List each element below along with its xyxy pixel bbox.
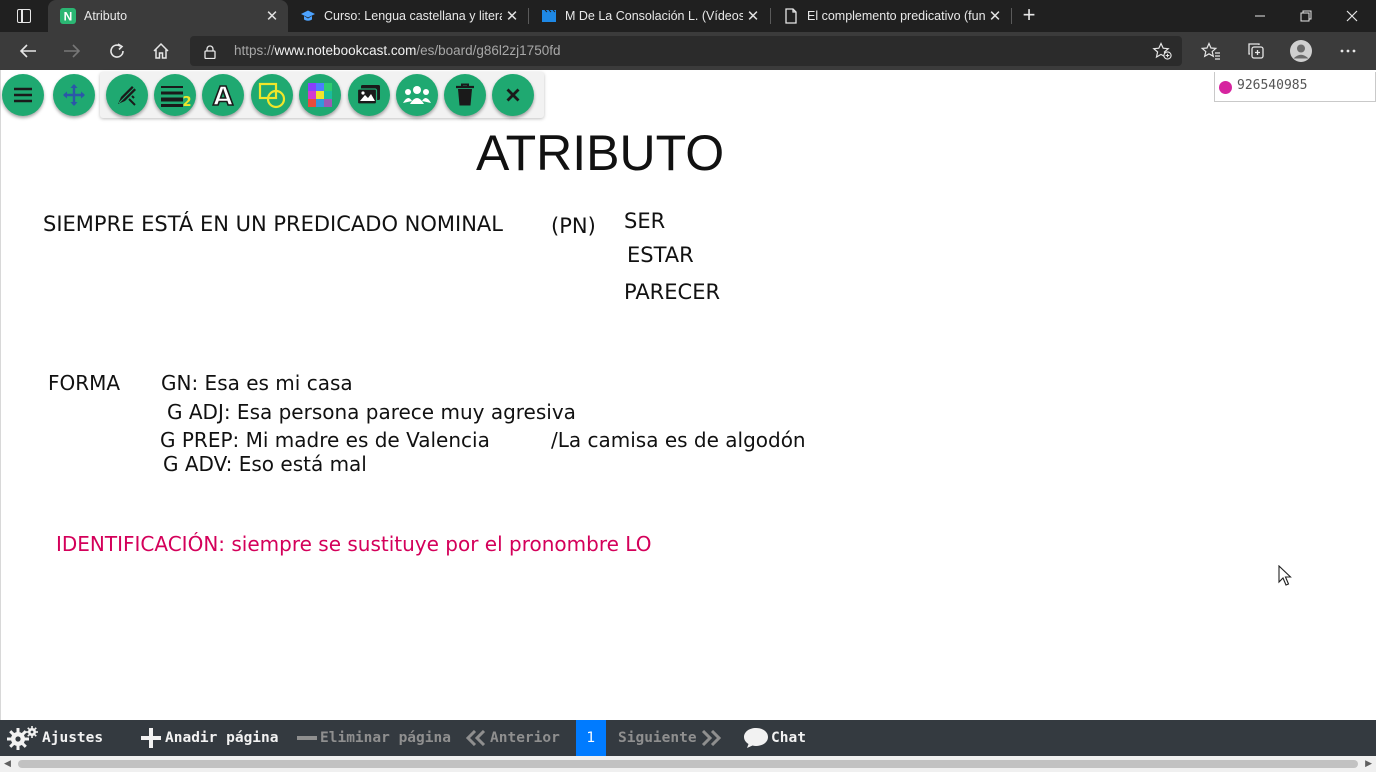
chat-button[interactable]: Chat [743,720,806,756]
scroll-left-icon[interactable]: ◀ [4,759,11,769]
back-button[interactable] [13,36,43,66]
image-icon[interactable] [348,74,390,116]
new-tab-button[interactable]: + [1016,3,1042,29]
tab-label: M De La Consolación L. (Vídeos) [565,9,743,23]
tab-close-icon[interactable]: ✕ [262,7,282,25]
plus-icon [141,728,161,748]
user-color-dot [1219,81,1232,94]
double-chevron-right-icon [701,730,721,746]
tab-label: Curso: Lengua castellana y literat [324,9,502,23]
forma-gadj: G ADJ: Esa persona parece muy agresiva [167,400,576,424]
forma-gprep-extra: /La camisa es de algodón [551,428,806,452]
text-icon[interactable]: A [202,74,244,116]
tab-close-icon[interactable]: ✕ [502,7,522,25]
lock-icon[interactable] [204,44,216,63]
video-clapper-icon [541,8,557,24]
current-page-indicator[interactable]: 1 [576,720,606,756]
identification-text: IDENTIFICACIÓN: siempre se sustituye por… [56,532,652,556]
forma-label: FORMA [48,371,121,395]
user-id: 926540985 [1237,78,1308,93]
home-button[interactable] [146,36,176,66]
add-page-label: Anadir página [165,730,279,746]
line-width-value: 2 [182,95,191,108]
address-bar[interactable]: https://www.notebookcast.com/es/board/g8… [190,36,1182,66]
forma-gprep: G PREP: Mi madre es de Valencia [160,428,490,452]
previous-label: Anterior [490,730,560,746]
forward-button[interactable] [57,36,87,66]
verb-parecer: PARECER [624,280,721,304]
trash-icon[interactable] [444,74,486,116]
tab-videos[interactable]: M De La Consolación L. (Vídeos) ✕ [529,0,769,32]
menu-icon[interactable] [2,74,44,116]
delete-page-button[interactable]: Eliminar página [296,720,451,756]
tab-actions-icon[interactable] [10,6,38,26]
minus-icon [297,736,317,740]
close-window-button[interactable] [1329,0,1375,32]
svg-text:A: A [213,82,233,109]
delete-page-label: Eliminar página [320,730,451,746]
pen-ruler-icon[interactable] [106,74,148,116]
graduation-cap-icon [300,8,316,24]
scrollbar-thumb[interactable] [18,760,1358,768]
add-page-button[interactable]: Anadir página [140,720,279,756]
tab-atributo[interactable]: N Atributo ✕ [48,0,288,32]
refresh-button[interactable] [102,36,132,66]
user-indicator: 926540985 [1214,72,1376,102]
close-icon[interactable] [492,74,534,116]
horizontal-scrollbar[interactable]: ◀ ▶ [0,756,1376,772]
tab-complemento[interactable]: El complemento predicativo (fun ✕ [771,0,1011,32]
restore-button[interactable] [1283,0,1329,32]
verb-ser: SER [624,209,666,233]
browser-nav-bar: https://www.notebookcast.com/es/board/g8… [0,32,1376,70]
previous-page-button[interactable]: Anterior [466,720,560,756]
next-page-button[interactable]: Siguiente [618,720,721,756]
forma-gn: GN: Esa es mi casa [161,371,353,395]
browser-title-bar: N Atributo ✕ Curso: Lengua castellana y … [0,0,1376,32]
pn-statement: SIEMPRE ESTÁ EN UN PREDICADO NOMINAL [43,212,503,236]
tab-label: Atributo [84,9,128,23]
tab-close-icon[interactable]: ✕ [985,7,1005,25]
collections-icon[interactable] [1241,36,1271,66]
more-options-icon[interactable] [1333,36,1363,66]
scroll-right-icon[interactable]: ▶ [1365,759,1372,769]
forma-gadv: G ADV: Eso está mal [163,452,367,476]
tab-separator [1011,8,1012,24]
verb-estar: ESTAR [627,243,694,267]
settings-button[interactable]: Ajustes [6,720,103,756]
tab-label: El complemento predicativo (fun [807,9,985,23]
url-text[interactable]: https://www.notebookcast.com/es/board/g8… [234,43,560,58]
board-title: ATRIBUTO [476,125,725,181]
settings-label: Ajustes [42,730,104,746]
double-chevron-left-icon [466,730,486,746]
add-favorite-icon[interactable] [1152,42,1172,64]
favorites-icon[interactable] [1196,36,1226,66]
notebookcast-favicon-icon: N [60,8,76,24]
move-icon[interactable] [53,74,95,116]
tab-close-icon[interactable]: ✕ [743,7,763,25]
color-palette-icon[interactable] [299,74,341,116]
users-icon[interactable] [396,74,438,116]
minimize-button[interactable] [1237,0,1283,32]
line-width-icon[interactable]: 2 [154,74,196,116]
chat-label: Chat [771,730,806,746]
gear-icon [7,726,38,750]
chat-bubble-icon [744,728,768,748]
svg-text:N: N [64,10,73,24]
next-label: Siguiente [618,730,697,746]
bottom-bar: Ajustes Anadir página Eliminar página An… [0,720,1376,756]
profile-avatar-icon[interactable] [1286,36,1316,66]
mouse-cursor-icon [1278,564,1292,591]
pn-abbrev: (PN) [551,214,596,238]
shapes-icon[interactable] [251,74,293,116]
page-icon [783,8,799,24]
tab-curso[interactable]: Curso: Lengua castellana y literat ✕ [288,0,528,32]
